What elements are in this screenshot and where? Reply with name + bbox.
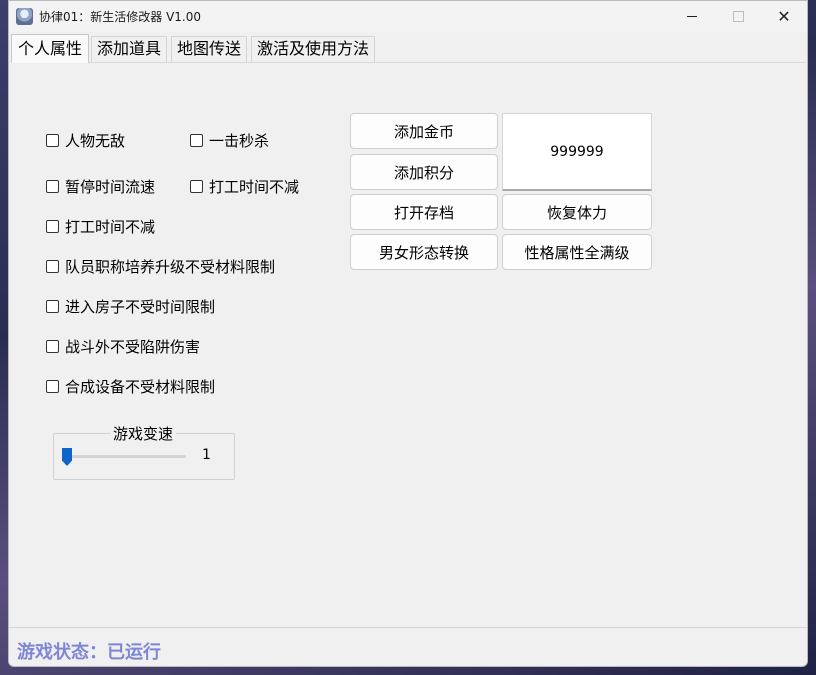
checkbox-label: 队员职称培养升级不受材料限制	[65, 258, 276, 276]
speed-value: 1	[202, 447, 211, 463]
checkbox-label: 战斗外不受陷阱伤害	[65, 338, 201, 356]
app-icon	[16, 8, 33, 25]
minimize-button[interactable]	[669, 1, 715, 32]
add-points-button[interactable]: 添加积分	[350, 154, 498, 190]
speed-slider-track[interactable]	[66, 455, 186, 458]
checkbox-box[interactable]	[46, 300, 59, 313]
checkbox-label: 暂停时间流速	[65, 178, 156, 196]
max-personality-button[interactable]: 性格属性全满级	[502, 234, 652, 270]
checkbox-box[interactable]	[46, 180, 59, 193]
restore-stamina-button[interactable]: 恢复体力	[502, 194, 652, 230]
game-speed-group: 游戏变速 1	[53, 423, 235, 480]
checkbox-label: 打工时间不减	[209, 178, 300, 196]
close-icon: ✕	[777, 6, 791, 26]
pause-time-checkbox[interactable]: 暂停时间流速	[46, 176, 155, 197]
tab-panel: 人物无敌 一击秒杀 暂停时间流速 打工时间不减 打工时间不减 队员职称培养升级不…	[11, 62, 806, 627]
no-trap-damage-checkbox[interactable]: 战斗外不受陷阱伤害	[46, 336, 200, 357]
open-save-button[interactable]: 打开存档	[350, 194, 498, 230]
add-gold-button[interactable]: 添加金币	[350, 113, 498, 149]
tab-personal-attributes[interactable]: 个人属性	[11, 34, 90, 63]
checkbox-box[interactable]	[46, 134, 59, 147]
enter-house-checkbox[interactable]: 进入房子不受时间限制	[46, 296, 215, 317]
status-bar: 游戏状态：已运行	[9, 627, 807, 666]
invincible-checkbox[interactable]: 人物无敌	[46, 130, 125, 151]
checkbox-label: 合成设备不受材料限制	[65, 378, 216, 396]
checkbox-label: 打工时间不减	[65, 218, 156, 236]
amount-input[interactable]: 999999	[502, 113, 652, 191]
work-time-checkbox-2[interactable]: 打工时间不减	[46, 216, 155, 237]
game-status-label: 游戏状态：已运行	[17, 642, 161, 663]
checkbox-box[interactable]	[46, 220, 59, 233]
gender-switch-button[interactable]: 男女形态转换	[350, 234, 498, 270]
checkbox-label: 人物无敌	[65, 132, 126, 150]
tab-map-teleport[interactable]: 地图传送	[171, 36, 248, 62]
checkbox-box[interactable]	[190, 134, 203, 147]
craft-no-material-checkbox[interactable]: 合成设备不受材料限制	[46, 376, 215, 397]
speed-slider-thumb[interactable]	[62, 448, 72, 466]
member-title-upgrade-checkbox[interactable]: 队员职称培养升级不受材料限制	[46, 256, 275, 277]
maximize-button[interactable]	[715, 1, 761, 32]
app-window: 协律01：新生活修改器 V1.00 ✕ 个人属性 添加道具 地图传送 激活及使用…	[8, 0, 808, 667]
game-speed-title: 游戏变速	[110, 423, 177, 444]
one-hit-kill-checkbox[interactable]: 一击秒杀	[190, 130, 269, 151]
tab-add-items[interactable]: 添加道具	[91, 36, 168, 62]
checkbox-box[interactable]	[46, 340, 59, 353]
minimize-icon	[687, 16, 697, 17]
close-button[interactable]: ✕	[761, 1, 807, 32]
window-title: 协律01：新生活修改器 V1.00	[39, 10, 202, 24]
checkbox-box[interactable]	[190, 180, 203, 193]
work-time-checkbox-1[interactable]: 打工时间不减	[190, 176, 299, 197]
checkbox-label: 一击秒杀	[209, 132, 270, 150]
tab-activation-usage[interactable]: 激活及使用方法	[251, 36, 376, 62]
checkbox-box[interactable]	[46, 260, 59, 273]
maximize-icon	[732, 11, 744, 22]
title-bar[interactable]: 协律01：新生活修改器 V1.00 ✕	[9, 1, 807, 32]
checkbox-box[interactable]	[46, 380, 59, 393]
checkbox-label: 进入房子不受时间限制	[65, 298, 216, 316]
